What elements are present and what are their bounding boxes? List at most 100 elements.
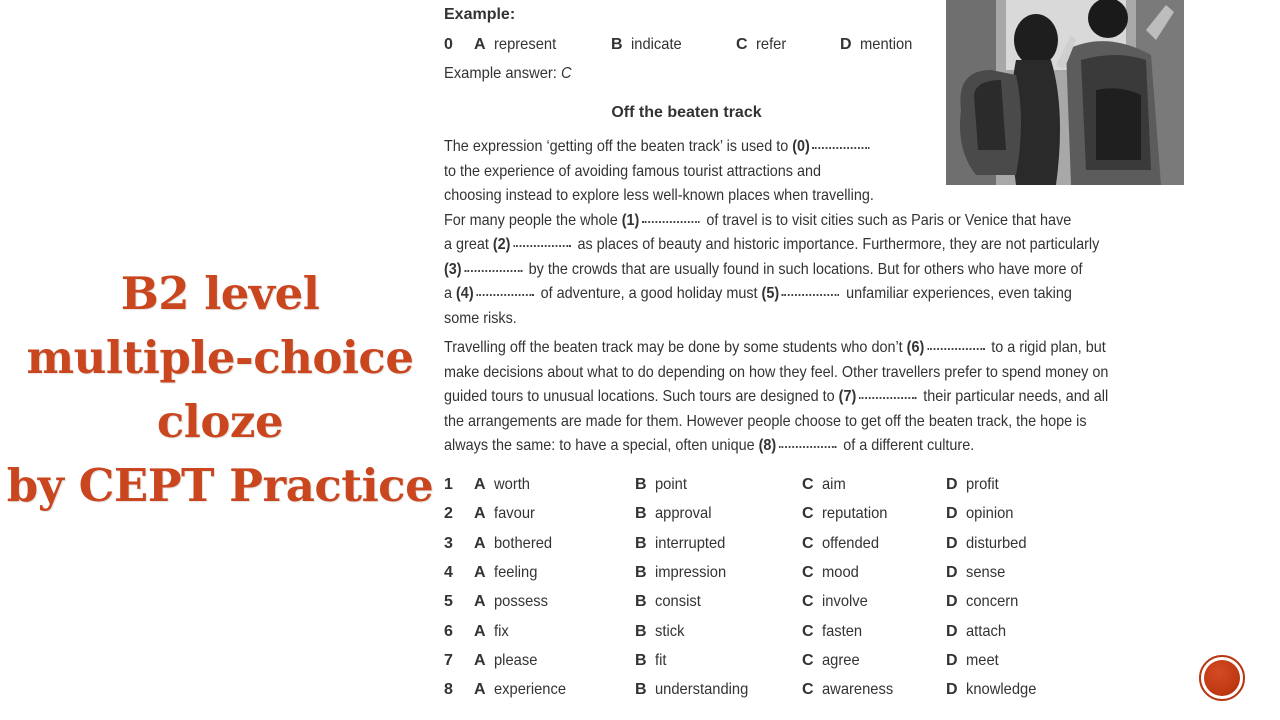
answer-option-b[interactable]: B consist	[635, 591, 705, 613]
answer-option-b[interactable]: B stick	[635, 621, 687, 643]
passage-text: unfamiliar experiences, even taking	[842, 285, 1072, 302]
option-word: understanding	[655, 681, 749, 699]
answer-option-d[interactable]: D knowledge	[946, 679, 1043, 701]
answer-option-c[interactable]: C offended	[802, 533, 884, 555]
option-letter: A	[474, 593, 486, 611]
backpackers-photo	[946, 0, 1184, 185]
passage-line-text: Travelling off the beaten track may be d…	[444, 336, 1106, 360]
option-letter: B	[635, 505, 647, 523]
option-letter: C	[802, 681, 814, 699]
option-word: stick	[655, 622, 685, 640]
answer-option-a[interactable]: A favour	[474, 503, 539, 525]
gap-number: (5)	[761, 285, 780, 302]
gap-blank[interactable]	[642, 219, 700, 223]
answer-option-b[interactable]: B interrupted	[635, 533, 732, 555]
answer-option-d[interactable]: D opinion	[946, 503, 1018, 525]
answer-option-a[interactable]: A bothered	[474, 533, 558, 555]
example-option-a: A represent	[474, 36, 562, 54]
passage-line: guided tours to unusual locations. Such …	[444, 385, 1182, 409]
answer-option-a[interactable]: A fix	[474, 621, 510, 643]
answer-option-d[interactable]: D profit	[946, 474, 1002, 496]
answer-option-d[interactable]: D concern	[946, 591, 1023, 613]
answer-option-a[interactable]: A experience	[474, 679, 573, 701]
gap-blank[interactable]	[858, 395, 917, 399]
answer-option-b[interactable]: B understanding	[635, 679, 757, 701]
option-letter: D	[946, 476, 958, 493]
answer-option-c[interactable]: C mood	[802, 562, 862, 584]
answer-option-a[interactable]: A please	[474, 650, 542, 672]
answer-option-c[interactable]: C aim	[802, 474, 848, 496]
option-word: approval	[655, 505, 712, 523]
answer-option-c[interactable]: C reputation	[802, 503, 894, 525]
answer-option-d[interactable]: D disturbed	[946, 533, 1032, 555]
example-answer: Example answer: C	[444, 65, 583, 83]
answer-option-b[interactable]: B impression	[635, 562, 733, 584]
answer-option-b[interactable]: B approval	[635, 503, 717, 525]
question-number: 3	[444, 534, 453, 552]
answer-option-b[interactable]: B fit	[635, 650, 668, 672]
option-letter: A	[474, 476, 486, 493]
passage-text: as places of beauty and historic importa…	[573, 236, 1100, 253]
option-letter: C	[802, 534, 814, 552]
option-word: possess	[494, 593, 549, 611]
answer-option-d[interactable]: D meet	[946, 650, 1002, 672]
option-letter: B	[635, 476, 647, 493]
passage-line-text: to the experience of avoiding famous tou…	[444, 160, 821, 184]
answer-option-a[interactable]: A possess	[474, 591, 553, 613]
gap-blank[interactable]	[926, 346, 985, 350]
gap-number: (1)	[621, 211, 640, 229]
option-word: experience	[494, 681, 567, 699]
example-answer-value: C	[560, 65, 572, 82]
gap-number: (7)	[838, 388, 857, 405]
question-row: 1 A worth B point C aim D profit	[444, 474, 1064, 496]
passage-line-text: choosing instead to explore less well-kn…	[444, 184, 874, 208]
gap-blank[interactable]	[476, 292, 534, 296]
passage-line-text: make decisions about what to do dependin…	[444, 361, 1108, 385]
option-word: agree	[822, 651, 861, 669]
answer-option-c[interactable]: C awareness	[802, 679, 900, 701]
answer-option-d[interactable]: D attach	[946, 621, 1010, 643]
option-letter: B	[635, 563, 647, 581]
gap-blank[interactable]	[464, 268, 522, 272]
option-word: impression	[655, 563, 727, 581]
slide-nav-button[interactable]	[1199, 655, 1245, 701]
option-word: refer	[756, 36, 787, 53]
question-row: 7 A please B fit C agree D meet	[444, 650, 1064, 672]
slide-title-line: by CEPT Practice	[6, 459, 434, 512]
option-word: fit	[655, 651, 667, 669]
answer-option-b[interactable]: B point	[635, 474, 690, 496]
passage-text: For many people the whole	[444, 211, 622, 229]
passage-line: to the experience of avoiding famous tou…	[444, 160, 863, 184]
answer-option-c[interactable]: C involve	[802, 591, 872, 613]
option-letter: B	[611, 36, 623, 53]
option-letter: C	[802, 476, 814, 493]
passage-text: always the same: to have a special, ofte…	[444, 437, 759, 454]
option-letter: C	[802, 505, 814, 523]
gap-blank[interactable]	[513, 243, 571, 247]
answer-option-a[interactable]: A worth	[474, 474, 534, 496]
passage-line-text: always the same: to have a special, ofte…	[444, 434, 974, 458]
option-word: worth	[494, 476, 531, 493]
option-letter: A	[474, 563, 486, 581]
answer-option-d[interactable]: D sense	[946, 562, 1009, 584]
gap-blank[interactable]	[781, 292, 840, 296]
option-word: reputation	[822, 505, 888, 523]
gap-blank[interactable]	[778, 444, 837, 448]
passage-text: make decisions about what to do dependin…	[444, 363, 1109, 381]
passage-title: Off the beaten track	[611, 104, 762, 121]
passage-line: For many people the whole (1) of travel …	[444, 209, 1141, 233]
answer-option-c[interactable]: C fasten	[802, 621, 866, 643]
option-letter: A	[474, 505, 486, 523]
question-number: 4	[444, 563, 453, 581]
passage-text: Travelling off the beaten track may be d…	[444, 339, 907, 356]
passage-line: a (4) of adventure, a good holiday must …	[444, 282, 1142, 306]
option-letter: C	[802, 651, 814, 669]
option-word: mention	[860, 36, 913, 53]
slide-nav-circle-icon	[1204, 660, 1240, 696]
answer-option-c[interactable]: C agree	[802, 650, 863, 672]
option-word: disturbed	[966, 534, 1028, 552]
answer-option-a[interactable]: A feeling	[474, 562, 542, 584]
question-number: 8	[444, 681, 453, 699]
gap-blank[interactable]	[812, 145, 871, 149]
question-number: 6	[444, 622, 453, 640]
